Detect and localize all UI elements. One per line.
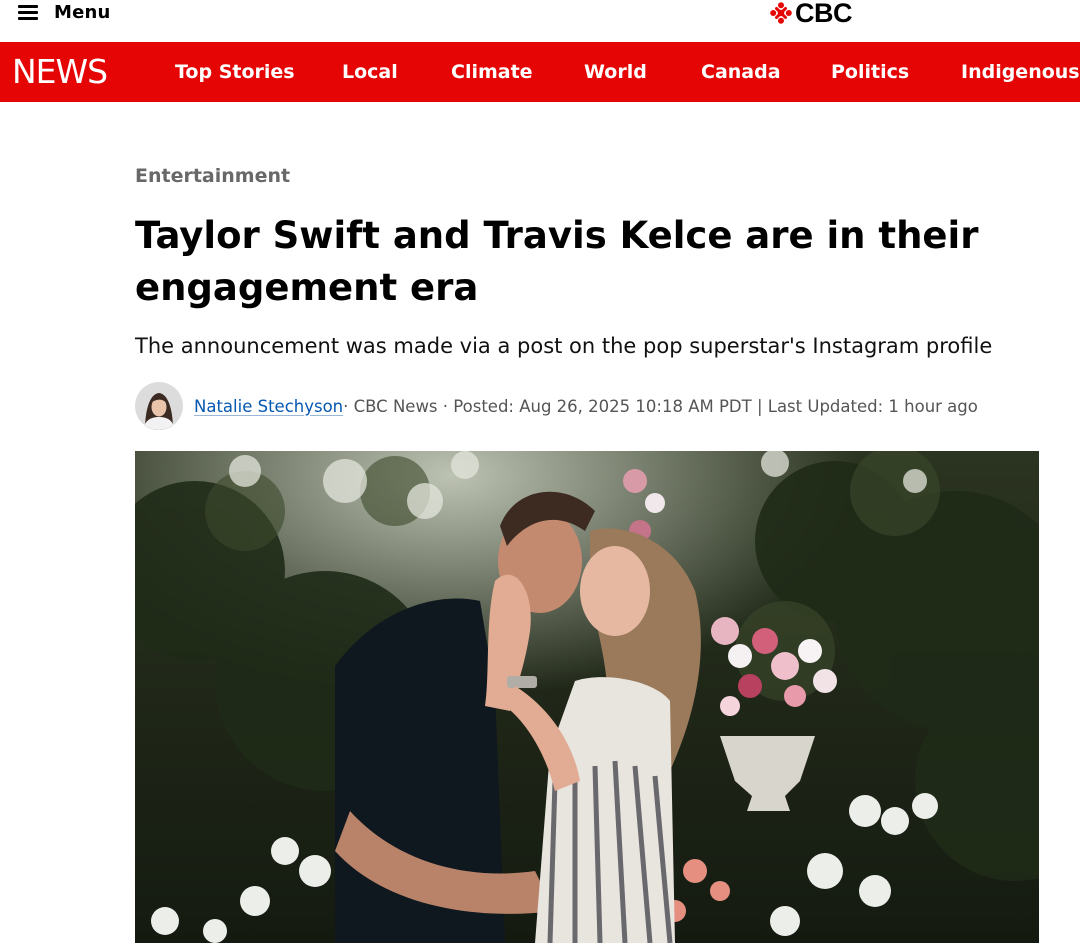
top-bar: Menu CBC	[0, 0, 1080, 42]
cbc-logo[interactable]: CBC	[770, 0, 853, 28]
article-headline: Taylor Swift and Travis Kelce are in the…	[135, 214, 979, 309]
hamburger-icon	[18, 5, 38, 20]
byline: Natalie Stechyson · CBC News · Posted: A…	[135, 382, 978, 430]
author-link[interactable]: Natalie Stechyson	[194, 397, 343, 416]
cbc-logo-text: CBC	[795, 0, 853, 28]
news-section-logo[interactable]: NEWS	[12, 42, 108, 102]
article-dek: The announcement was made via a post on …	[135, 334, 993, 358]
nav-item-indigenous[interactable]: Indigenous	[961, 42, 1080, 102]
menu-label: Menu	[54, 1, 111, 23]
news-nav: NEWS Top Stories Local Climate World Can…	[0, 42, 1080, 102]
byline-meta: · CBC News · Posted: Aug 26, 2025 10:18 …	[343, 396, 978, 416]
nav-item-local[interactable]: Local	[342, 42, 398, 102]
hero-photo[interactable]	[135, 451, 1039, 943]
article-category[interactable]: Entertainment	[135, 165, 290, 187]
nav-item-climate[interactable]: Climate	[451, 42, 533, 102]
cbc-gem-icon	[770, 2, 792, 24]
author-avatar[interactable]	[135, 382, 183, 430]
menu-button[interactable]: Menu	[18, 0, 111, 24]
nav-item-world[interactable]: World	[584, 42, 647, 102]
nav-item-canada[interactable]: Canada	[701, 42, 781, 102]
nav-item-politics[interactable]: Politics	[831, 42, 909, 102]
nav-item-top-stories[interactable]: Top Stories	[175, 42, 295, 102]
